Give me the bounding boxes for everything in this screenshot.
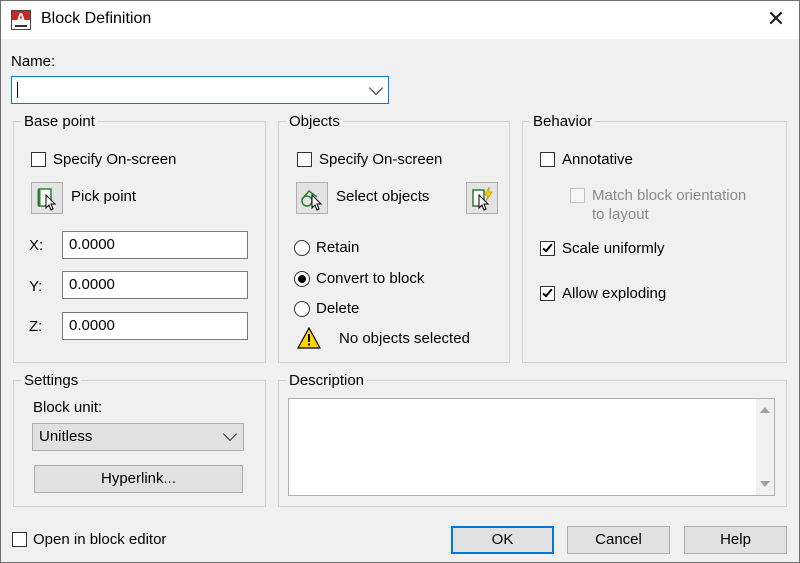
select-objects-label: Select objects [336, 188, 430, 205]
chevron-down-icon [222, 426, 238, 442]
behavior-legend: Behavior [533, 113, 593, 130]
description-scrollbar[interactable] [756, 399, 774, 495]
description-legend: Description [289, 372, 365, 389]
scale-uniformly-checkbox[interactable] [540, 241, 555, 256]
scroll-down-icon[interactable] [760, 481, 770, 487]
name-combobox[interactable] [11, 76, 389, 104]
retain-label: Retain [316, 239, 360, 256]
select-objects-button[interactable] [296, 182, 328, 214]
help-button[interactable]: Help [684, 526, 787, 554]
base-point-specify-onscreen-label: Specify On-screen [53, 151, 177, 168]
match-orientation-label-line1: Match block orientation [592, 187, 747, 204]
z-input[interactable]: 0.0000 [62, 312, 248, 340]
retain-radio[interactable] [294, 240, 310, 256]
annotative-label: Annotative [562, 151, 633, 168]
x-label: X: [29, 237, 44, 254]
objects-legend: Objects [289, 113, 340, 130]
match-orientation-label-line2: to layout [592, 206, 649, 223]
pick-point-button[interactable] [31, 182, 63, 214]
select-objects-icon [301, 189, 323, 211]
quick-select-button[interactable] [466, 182, 498, 214]
x-input[interactable]: 0.0000 [62, 231, 248, 259]
warning-icon [297, 327, 321, 349]
close-button[interactable]: ✕ [763, 7, 789, 33]
ok-button[interactable]: OK [451, 526, 554, 554]
scale-uniformly-label: Scale uniformly [562, 240, 665, 257]
hyperlink-button[interactable]: Hyperlink... [34, 465, 243, 493]
block-unit-dropdown[interactable]: Unitless [32, 423, 244, 451]
checkmark-icon [542, 286, 553, 298]
quick-select-icon [472, 186, 493, 211]
block-unit-label: Block unit: [33, 399, 103, 416]
objects-specify-onscreen-label: Specify On-screen [319, 151, 443, 168]
allow-exploding-label: Allow exploding [562, 285, 667, 302]
checkmark-icon [542, 241, 553, 253]
z-label: Z: [29, 318, 43, 335]
autocad-app-icon: A [11, 10, 31, 30]
radio-selected-dot [298, 275, 306, 283]
base-point-specify-onscreen-checkbox[interactable] [31, 152, 46, 167]
objects-specify-onscreen-checkbox[interactable] [297, 152, 312, 167]
base-point-legend: Base point [24, 113, 95, 130]
text-caret [17, 82, 18, 98]
open-in-block-editor-label: Open in block editor [33, 531, 167, 548]
delete-radio[interactable] [294, 301, 310, 317]
title-bar: A Block Definition ✕ [1, 1, 799, 39]
open-in-block-editor-checkbox[interactable] [12, 532, 27, 547]
window-title: Block Definition [41, 10, 152, 27]
pick-point-label: Pick point [71, 188, 137, 205]
annotative-checkbox[interactable] [540, 152, 555, 167]
y-input[interactable]: 0.0000 [62, 271, 248, 299]
objects-status-text: No objects selected [339, 330, 470, 347]
match-orientation-checkbox[interactable] [570, 188, 585, 203]
pick-point-icon [37, 188, 57, 211]
block-unit-value: Unitless [39, 428, 93, 445]
name-label: Name: [11, 53, 56, 70]
description-textarea[interactable] [288, 398, 775, 496]
block-definition-dialog: A Block Definition ✕ Name: Base point Sp… [0, 0, 800, 563]
settings-legend: Settings [24, 372, 79, 389]
convert-to-block-label: Convert to block [316, 270, 425, 287]
delete-label: Delete [316, 300, 360, 317]
scroll-up-icon[interactable] [760, 407, 770, 413]
cancel-button[interactable]: Cancel [567, 526, 670, 554]
y-label: Y: [29, 278, 43, 295]
allow-exploding-checkbox[interactable] [540, 286, 555, 301]
convert-to-block-radio[interactable] [294, 271, 310, 287]
chevron-down-icon[interactable] [368, 80, 384, 96]
